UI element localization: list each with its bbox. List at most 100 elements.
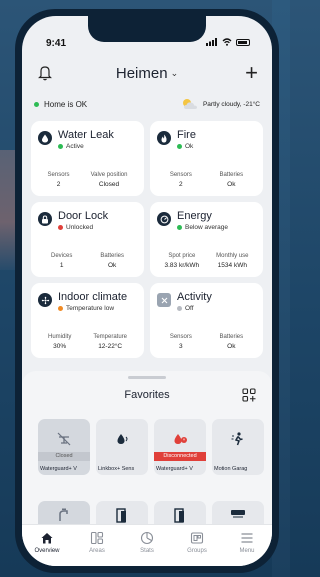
card-status: Off — [177, 305, 212, 312]
card-indoor-climate[interactable]: Indoor climate Temperature low Humidity 3… — [31, 283, 144, 358]
home-summary: Home is OK Partly cloudy, -21°C — [34, 94, 260, 114]
card-status: Ok — [177, 143, 196, 150]
card-title: Door Lock — [58, 210, 109, 222]
card-title: Energy — [177, 210, 212, 222]
partly-cloudy-icon — [182, 99, 197, 109]
chevron-down-icon: ⌄ — [170, 67, 179, 78]
stat-value: 2 — [179, 181, 183, 188]
card-status-text: Active — [66, 143, 84, 150]
favorite-tile[interactable]: Motion Garag — [212, 419, 264, 475]
card-stat: Spot price 3.83 kr/kWh — [164, 253, 199, 269]
card-status: Below average — [177, 224, 228, 231]
tab-areas[interactable]: Areas — [77, 531, 117, 554]
stat-value: 1 — [59, 262, 64, 269]
card-status: Temperature low — [58, 305, 127, 312]
card-status-text: Below average — [185, 224, 228, 231]
card-fire[interactable]: Fire Ok Sensors 2 Batteries Ok — [150, 121, 263, 196]
door-icon — [174, 508, 184, 523]
door-icon — [116, 508, 126, 523]
stat-value: 2 — [56, 181, 61, 188]
stat-value: 1534 kWh — [217, 262, 247, 269]
card-title: Fire — [177, 129, 196, 141]
edit-favorites-icon[interactable] — [242, 388, 256, 402]
stat-value: Ok — [227, 181, 236, 188]
card-title: Water Leak — [58, 129, 114, 141]
card-stat: Sensors 2 — [170, 172, 192, 188]
card-water-leak[interactable]: Water Leak Active Sensors 2 Valve positio… — [31, 121, 144, 196]
stat-label: Humidity — [47, 334, 72, 340]
tile-label: Linkbox+ Sens — [98, 466, 135, 472]
sheet-drag-handle[interactable] — [128, 376, 166, 379]
home-status-text: Home is OK — [44, 99, 88, 109]
home-status[interactable]: Home is OK — [34, 100, 87, 109]
tab-groups[interactable]: Groups — [177, 531, 217, 554]
thermostat-icon — [231, 510, 245, 518]
status-dot — [177, 225, 182, 230]
card-energy[interactable]: Energy Below average Spot price 3.83 kr/k… — [150, 202, 263, 277]
shield-icon — [157, 293, 171, 307]
stat-value: 3.83 kr/kWh — [164, 262, 200, 269]
card-stat: Humidity 30% — [48, 334, 71, 350]
favorites-row: Closed Waterguard+ V Linkbox+ Sens Disco… — [38, 419, 264, 475]
stat-label: Sensors — [169, 334, 192, 340]
stat-value: 12-22°C — [98, 343, 123, 350]
tile-label: Waterguard+ V — [40, 466, 77, 472]
bell-icon[interactable] — [38, 65, 52, 81]
water-drop-icon — [38, 131, 52, 145]
tab-label: Overview — [34, 548, 60, 554]
tab-stats[interactable]: Stats — [127, 531, 167, 554]
page-title: Heimen — [115, 64, 168, 82]
app-screen: 9:41 Heimen ⌄ + Home is OK Partly cloudy… — [22, 16, 272, 566]
tile-label: Waterguard+ V — [156, 466, 193, 472]
favorite-tile[interactable]: Closed Waterguard+ V — [38, 419, 90, 475]
stat-label: Sensors — [169, 172, 192, 178]
tab-overview[interactable]: Overview — [27, 531, 67, 554]
tab-label: Menu — [239, 548, 255, 554]
status-badge: Disconnected — [154, 452, 206, 461]
system-status-bar: 9:41 — [22, 16, 272, 56]
card-stat: Temperature 12-22°C — [93, 334, 127, 350]
status-dot — [177, 144, 182, 149]
tab-bar: Overview Areas Stats Groups Menu — [22, 524, 272, 566]
energy-meter-icon — [157, 212, 171, 226]
card-title: Activity — [177, 291, 212, 303]
favorites-sheet: Favorites Closed Waterguard+ V Linkbox+ … — [22, 371, 272, 541]
tab-menu[interactable]: Menu — [227, 531, 267, 554]
status-dot — [58, 306, 63, 311]
fan-icon — [38, 293, 52, 307]
home-selector[interactable]: Heimen ⌄ — [116, 65, 178, 82]
card-stat: Valve position Closed — [91, 172, 128, 188]
favorite-tile[interactable]: Disconnected Waterguard+ V — [154, 419, 206, 475]
app-header: Heimen ⌄ + — [22, 58, 272, 88]
favorite-tile[interactable]: Linkbox+ Sens — [96, 419, 148, 475]
weather[interactable]: Partly cloudy, -21°C — [181, 98, 260, 110]
card-activity[interactable]: Activity Off Sensors 3 Batteries Ok — [150, 283, 263, 358]
add-button[interactable]: + — [245, 60, 258, 86]
card-stat: Devices 1 — [51, 253, 72, 269]
status-dot — [58, 225, 63, 230]
stat-label: Spot price — [168, 253, 196, 259]
stat-value: 30% — [53, 343, 67, 350]
stat-label: Batteries — [219, 172, 244, 178]
battery-icon — [236, 38, 250, 46]
stat-value: Ok — [227, 343, 236, 350]
groups-icon — [190, 532, 204, 544]
status-cards: Water Leak Active Sensors 2 Valve positio… — [31, 121, 263, 358]
card-stat: Batteries Ok — [219, 172, 243, 188]
card-door-lock[interactable]: Door Lock Unlocked Devices 1 Batteries Ok — [31, 202, 144, 277]
menu-icon — [241, 533, 253, 543]
card-stat: Batteries Ok — [100, 253, 124, 269]
tab-label: Areas — [89, 548, 105, 554]
wifi-icon — [222, 38, 232, 46]
status-dot — [58, 144, 63, 149]
stat-label: Monthly use — [216, 253, 249, 259]
card-stat: Sensors 2 — [48, 172, 70, 188]
favorites-title: Favorites — [124, 389, 170, 401]
valve-closed-icon — [57, 432, 71, 446]
card-status: Unlocked — [58, 224, 108, 231]
card-stat: Sensors 3 — [170, 334, 192, 350]
water-drop-icon — [117, 434, 128, 444]
lock-icon — [38, 212, 52, 226]
stat-label: Batteries — [219, 334, 244, 340]
card-status: Active — [58, 143, 114, 150]
